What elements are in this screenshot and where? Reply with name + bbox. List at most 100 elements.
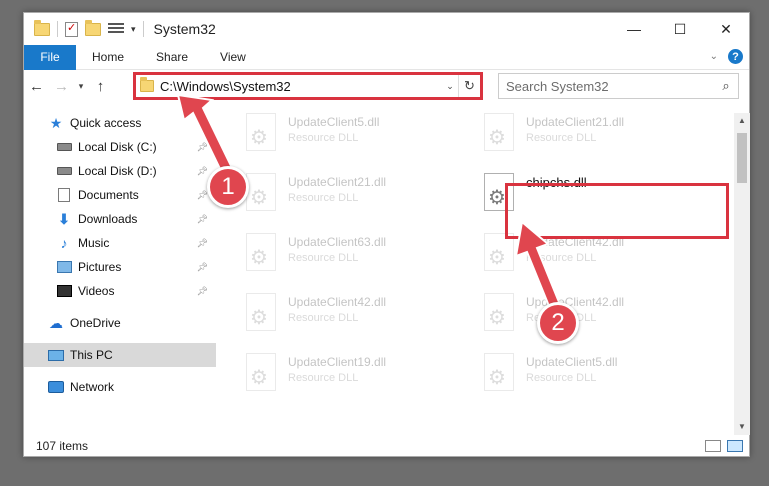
- file-item[interactable]: ⚙ UpdateClient63.dll Resource DLL: [244, 229, 464, 281]
- address-bar[interactable]: C:\Windows\System32 ⌄ ↻: [133, 72, 483, 100]
- up-arrow-icon[interactable]: ↑: [88, 78, 113, 95]
- highlight-box: [505, 183, 729, 239]
- ribbon-tabs: File Home Share View ⌄ ?: [24, 44, 749, 70]
- scroll-up-icon[interactable]: ▲: [734, 113, 750, 129]
- refresh-icon[interactable]: ↻: [458, 75, 480, 97]
- sidebar-item-downloads[interactable]: ⬇ Downloads 📌︎: [24, 207, 216, 231]
- file-item[interactable]: ⚙ UpdateClient21.dll Resource DLL: [482, 109, 702, 161]
- file-item[interactable]: ⚙ UpdateClient5.dll Resource DLL: [482, 349, 702, 401]
- title-bar: ▾ System32 — ☐ ✕: [24, 13, 749, 45]
- minimize-button[interactable]: —: [611, 13, 657, 45]
- expand-ribbon-chevron-icon[interactable]: ⌄: [710, 51, 718, 62]
- file-name: UpdateClient21.dll: [526, 115, 625, 129]
- step-badge-1: 1: [207, 166, 249, 208]
- sidebar-item-local-disk-d[interactable]: Local Disk (D:) 📌︎: [24, 159, 216, 183]
- back-arrow-icon[interactable]: ←: [24, 78, 49, 95]
- file-name: UpdateClient5.dll: [526, 355, 618, 369]
- navigation-row: ← → ▾ ↑ C:\Windows\System32 ⌄ ↻ ⌕: [24, 70, 749, 102]
- file-type: Resource DLL: [288, 372, 359, 384]
- videos-icon: [56, 284, 72, 298]
- dll-file-icon: ⚙: [482, 293, 516, 335]
- pin-icon[interactable]: 📌︎: [197, 214, 208, 225]
- downloads-icon: ⬇: [58, 210, 70, 227]
- file-explorer-window: ▾ System32 — ☐ ✕ File Home Share View ⌄ …: [23, 12, 750, 457]
- search-box[interactable]: ⌕: [498, 73, 739, 99]
- star-icon: ★: [49, 114, 63, 131]
- scroll-down-icon[interactable]: ▼: [734, 419, 750, 435]
- status-bar: 107 items: [24, 435, 749, 457]
- file-item[interactable]: ⚙ UpdateClient5.dll Resource DLL: [244, 109, 464, 161]
- dll-file-icon: ⚙: [244, 233, 278, 275]
- sidebar-item-this-pc[interactable]: This PC: [24, 343, 216, 367]
- vertical-scrollbar[interactable]: ▲ ▼: [734, 113, 750, 435]
- address-path[interactable]: C:\Windows\System32: [160, 79, 442, 94]
- music-icon: ♪: [60, 235, 68, 251]
- sidebar-item-label: Documents: [78, 188, 139, 202]
- file-item[interactable]: ⚙ UpdateClient42.dllResource DLL: [482, 289, 702, 341]
- address-dropdown-icon[interactable]: ⌄: [442, 81, 458, 92]
- search-input[interactable]: [506, 78, 714, 94]
- documents-icon: [56, 188, 72, 202]
- sidebar-item-label: Pictures: [78, 260, 122, 274]
- file-item[interactable]: ⚙ UpdateClient21.dll Resource DLL: [244, 169, 464, 221]
- search-icon[interactable]: ⌕: [714, 78, 738, 94]
- file-type: Resource DLL: [526, 372, 597, 384]
- properties-check-icon[interactable]: [65, 21, 78, 37]
- help-icon[interactable]: ?: [728, 49, 743, 64]
- dll-file-icon: ⚙: [244, 353, 278, 395]
- sidebar-item-documents[interactable]: Documents 📌︎: [24, 183, 216, 207]
- scrollbar-thumb[interactable]: [737, 133, 747, 183]
- sidebar-item-label: Music: [78, 236, 110, 250]
- file-type: Resource DLL: [288, 312, 359, 324]
- pin-icon[interactable]: 📌︎: [197, 142, 208, 153]
- tab-home[interactable]: Home: [76, 50, 140, 64]
- sidebar-item-pictures[interactable]: Pictures 📌︎: [24, 255, 216, 279]
- sidebar-item-music[interactable]: ♪ Music 📌︎: [24, 231, 216, 255]
- step-badge-2: 2: [537, 302, 579, 344]
- file-item[interactable]: ⚙ UpdateClient42.dllResource DLL: [244, 289, 464, 341]
- sidebar-item-quick-access[interactable]: ★ Quick access: [24, 111, 216, 135]
- file-type: Resource DLL: [288, 252, 359, 264]
- item-count: 107 items: [36, 439, 89, 453]
- sidebar-item-label: Local Disk (C:): [78, 140, 157, 154]
- sidebar-item-onedrive[interactable]: ☁ OneDrive: [24, 311, 216, 335]
- ribbon-right-controls: ⌄ ?: [710, 49, 743, 64]
- sidebar-item-local-disk-c[interactable]: Local Disk (C:) 📌︎: [24, 135, 216, 159]
- sidebar-item-videos[interactable]: Videos 📌︎: [24, 279, 216, 303]
- large-icons-view-icon[interactable]: [727, 440, 743, 452]
- network-icon: [48, 380, 64, 394]
- file-name: UpdateClient42.dll: [526, 295, 625, 309]
- pin-icon[interactable]: 📌︎: [197, 262, 208, 273]
- sidebar-item-network[interactable]: Network: [24, 375, 216, 399]
- file-type: Resource DLL: [288, 132, 359, 144]
- folder-icon: [140, 77, 154, 92]
- quick-access-toolbar: ▾: [24, 19, 144, 37]
- dll-file-icon: ⚙: [244, 113, 278, 155]
- tab-share[interactable]: Share: [140, 50, 204, 64]
- sidebar-item-label: OneDrive: [70, 316, 121, 330]
- window-title: System32: [153, 21, 216, 37]
- file-name: UpdateClient21.dll: [288, 175, 387, 189]
- this-pc-icon: [48, 348, 64, 362]
- window-controls: — ☐ ✕: [611, 13, 749, 45]
- maximize-button[interactable]: ☐: [657, 13, 703, 45]
- pin-icon[interactable]: 📌︎: [197, 238, 208, 249]
- new-folder-icon[interactable]: [85, 19, 101, 36]
- file-type: Resource DLL: [526, 252, 597, 264]
- pin-icon[interactable]: 📌︎: [197, 166, 208, 177]
- pictures-icon: [56, 260, 72, 274]
- details-view-icon[interactable]: [705, 440, 721, 452]
- sidebar-item-label: Quick access: [70, 116, 142, 130]
- tab-view[interactable]: View: [204, 50, 262, 64]
- properties-list-icon[interactable]: [108, 23, 124, 35]
- sidebar-item-label: Videos: [78, 284, 115, 298]
- forward-arrow-icon[interactable]: →: [49, 78, 74, 95]
- pin-icon[interactable]: 📌︎: [197, 286, 208, 297]
- customize-toolbar-dropdown-icon[interactable]: ▾: [131, 24, 136, 35]
- navigation-pane: ★ Quick access Local Disk (C:) 📌︎ Local …: [24, 111, 216, 411]
- recent-locations-dropdown-icon[interactable]: ▾: [74, 81, 88, 92]
- file-item[interactable]: ⚙ UpdateClient19.dll Resource DLL: [244, 349, 464, 401]
- pin-icon[interactable]: 📌︎: [197, 190, 208, 201]
- tab-file[interactable]: File: [24, 44, 76, 70]
- close-button[interactable]: ✕: [703, 13, 749, 45]
